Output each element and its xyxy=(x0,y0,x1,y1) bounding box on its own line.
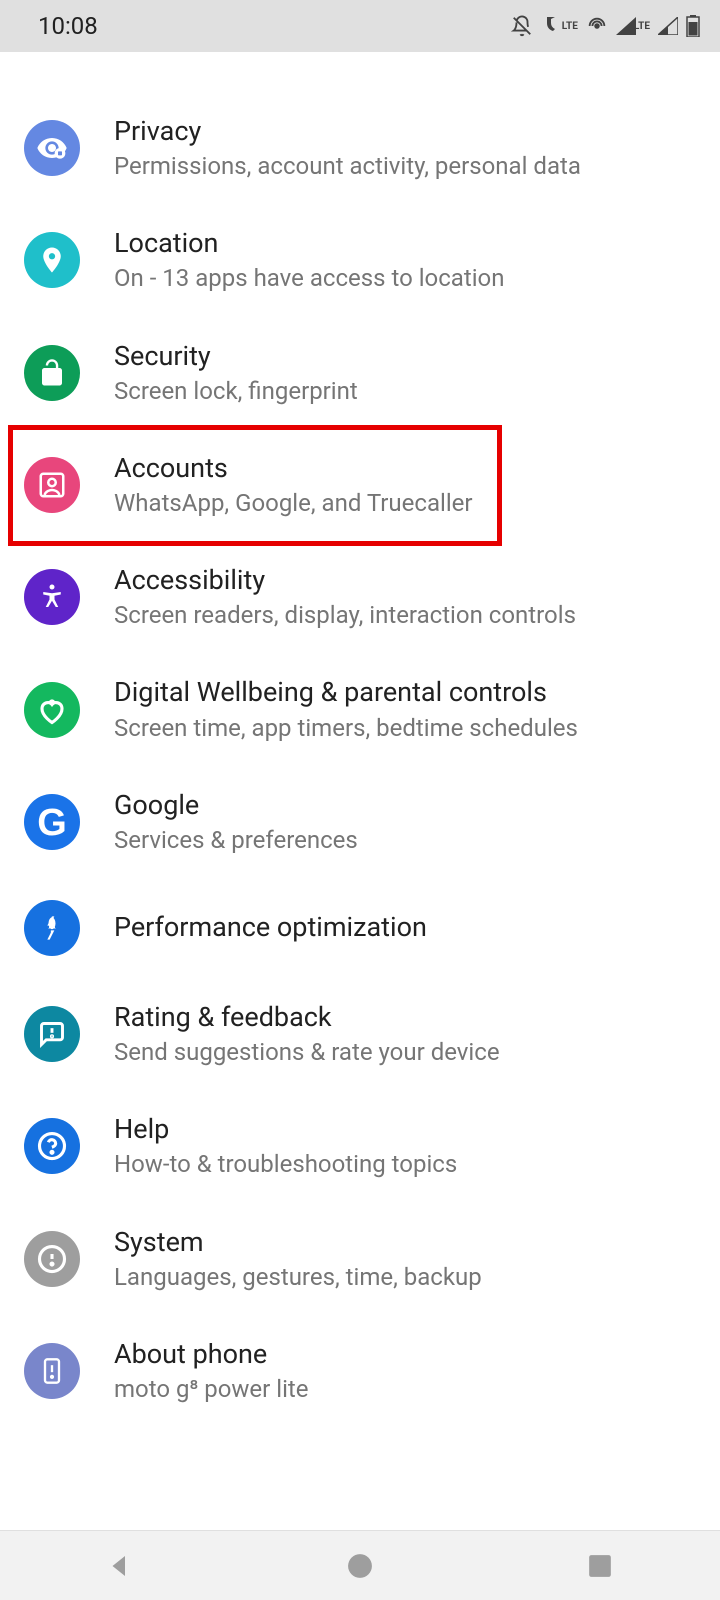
nav-recent-button[interactable] xyxy=(550,1536,650,1596)
setting-title: System xyxy=(114,1225,696,1260)
setting-subtitle: Permissions, account activity, personal … xyxy=(114,151,696,182)
settings-item-security[interactable]: Security Screen lock, fingerprint xyxy=(0,317,720,429)
performance-icon xyxy=(24,900,80,956)
setting-subtitle: moto g⁸ power lite xyxy=(114,1374,696,1405)
signal-lte-icon: LTE xyxy=(616,17,650,35)
setting-subtitle: Screen time, app timers, bedtime schedul… xyxy=(114,713,696,744)
settings-item-location[interactable]: Location On - 13 apps have access to loc… xyxy=(0,204,720,316)
hotspot-icon xyxy=(586,15,608,37)
setting-title: Accessibility xyxy=(114,563,696,598)
settings-item-google[interactable]: G Google Services & preferences xyxy=(0,766,720,878)
svg-text:G: G xyxy=(37,802,67,844)
security-icon xyxy=(24,345,80,401)
settings-item-help[interactable]: Help How-to & troubleshooting topics xyxy=(0,1090,720,1202)
location-icon xyxy=(24,232,80,288)
setting-title: Help xyxy=(114,1112,696,1147)
settings-item-accounts[interactable]: Accounts WhatsApp, Google, and Truecalle… xyxy=(0,429,720,541)
nav-home-button[interactable] xyxy=(310,1536,410,1596)
feedback-icon xyxy=(24,1006,80,1062)
setting-title: Privacy xyxy=(114,114,696,149)
setting-title: About phone xyxy=(114,1337,696,1372)
settings-item-performance[interactable]: Performance optimization xyxy=(0,878,720,978)
signal-icon xyxy=(658,17,678,35)
notifications-off-icon xyxy=(511,15,533,37)
privacy-icon xyxy=(24,120,80,176)
volte-icon: LTE xyxy=(541,15,578,37)
setting-subtitle: Send suggestions & rate your device xyxy=(114,1037,696,1068)
nav-back-button[interactable] xyxy=(70,1536,170,1596)
settings-item-digital-wellbeing[interactable]: Digital Wellbeing & parental controls Sc… xyxy=(0,653,720,765)
navigation-bar xyxy=(0,1530,720,1600)
battery-icon xyxy=(686,15,700,37)
setting-subtitle: On - 13 apps have access to location xyxy=(114,263,696,294)
setting-title: Rating & feedback xyxy=(114,1000,696,1035)
setting-title: Digital Wellbeing & parental controls xyxy=(114,675,696,710)
help-icon xyxy=(24,1118,80,1174)
settings-item-about[interactable]: About phone moto g⁸ power lite xyxy=(0,1315,720,1427)
status-bar: 10:08 LTE LTE xyxy=(0,0,720,52)
setting-subtitle: WhatsApp, Google, and Truecaller xyxy=(114,488,696,519)
system-icon xyxy=(24,1231,80,1287)
accessibility-icon xyxy=(24,569,80,625)
setting-title: Google xyxy=(114,788,696,823)
wellbeing-icon xyxy=(24,682,80,738)
status-icons-group: LTE LTE xyxy=(511,15,700,37)
settings-item-privacy[interactable]: Privacy Permissions, account activity, p… xyxy=(0,92,720,204)
setting-subtitle: Screen lock, fingerprint xyxy=(114,376,696,407)
about-phone-icon xyxy=(24,1343,80,1399)
settings-item-accessibility[interactable]: Accessibility Screen readers, display, i… xyxy=(0,541,720,653)
setting-title: Performance optimization xyxy=(114,910,696,945)
setting-title: Accounts xyxy=(114,451,696,486)
settings-list: Privacy Permissions, account activity, p… xyxy=(0,52,720,1427)
setting-subtitle: Screen readers, display, interaction con… xyxy=(114,600,696,631)
settings-item-rating[interactable]: Rating & feedback Send suggestions & rat… xyxy=(0,978,720,1090)
setting-subtitle: Languages, gestures, time, backup xyxy=(114,1262,696,1293)
accounts-icon xyxy=(24,457,80,513)
status-time: 10:08 xyxy=(38,12,98,40)
setting-subtitle: Services & preferences xyxy=(114,825,696,856)
google-icon: G xyxy=(24,794,80,850)
setting-subtitle: How-to & troubleshooting topics xyxy=(114,1149,696,1180)
setting-title: Security xyxy=(114,339,696,374)
settings-item-system[interactable]: System Languages, gestures, time, backup xyxy=(0,1203,720,1315)
setting-title: Location xyxy=(114,226,696,261)
